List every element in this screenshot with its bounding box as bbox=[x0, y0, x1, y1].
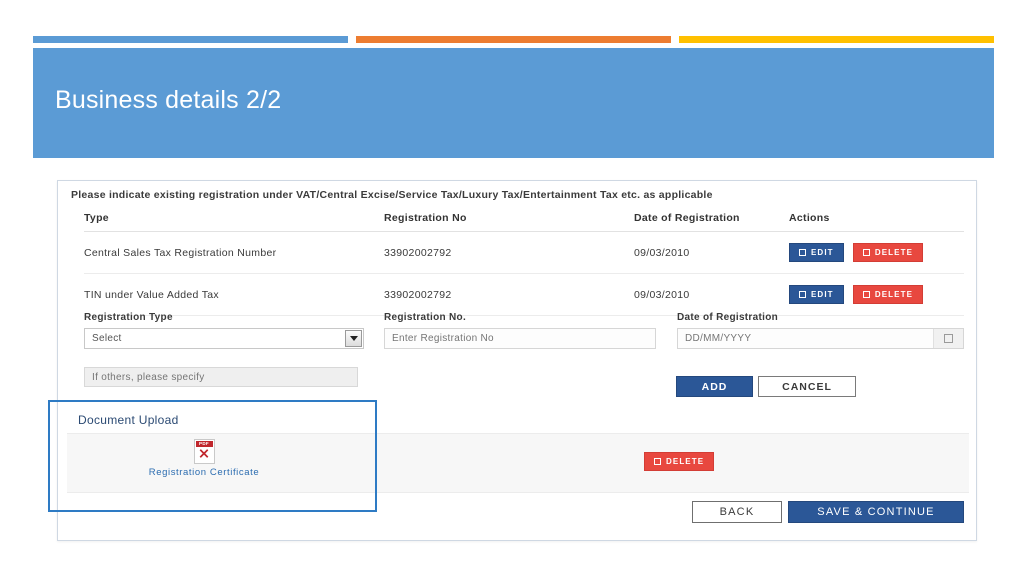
table-row: Central Sales Tax Registration Number 33… bbox=[84, 231, 964, 274]
registration-type-field: Registration Type Select bbox=[84, 312, 364, 349]
page-title: Business details 2/2 bbox=[55, 86, 282, 114]
document-file-name[interactable]: Registration Certificate bbox=[129, 467, 279, 478]
registration-type-select[interactable]: Select bbox=[84, 328, 364, 349]
document-delete-button[interactable]: DELETE bbox=[644, 452, 715, 471]
registration-no-input[interactable] bbox=[384, 328, 656, 349]
registration-type-label: Registration Type bbox=[84, 312, 173, 323]
date-of-registration-label: Date of Registration bbox=[677, 312, 779, 323]
pdf-file-icon: PDF ⨯ bbox=[193, 439, 215, 464]
cell-actions: EDIT DELETE bbox=[789, 231, 964, 274]
cell-registration-no: 33902002792 bbox=[384, 273, 634, 316]
cell-type: Central Sales Tax Registration Number bbox=[84, 231, 384, 274]
uploaded-document[interactable]: PDF ⨯ Registration Certificate bbox=[129, 439, 279, 478]
registration-type-value: Select bbox=[92, 333, 122, 344]
registrations-table: Type Registration No Date of Registratio… bbox=[84, 205, 964, 316]
registration-no-label: Registration No. bbox=[384, 312, 467, 323]
document-upload-panel: PDF ⨯ Registration Certificate DELETE bbox=[67, 433, 969, 493]
pencil-icon bbox=[799, 249, 806, 256]
date-of-registration-input[interactable] bbox=[677, 328, 964, 349]
header-banner: Business details 2/2 bbox=[33, 48, 994, 158]
cell-actions: EDIT DELETE bbox=[789, 273, 964, 316]
column-header-actions: Actions bbox=[789, 205, 964, 232]
add-button[interactable]: ADD bbox=[676, 376, 753, 397]
date-input-wrap bbox=[677, 328, 964, 349]
cancel-button[interactable]: CANCEL bbox=[758, 376, 856, 397]
pdf-glyph-icon: ⨯ bbox=[198, 447, 210, 462]
edit-button-label: EDIT bbox=[811, 290, 834, 299]
registration-form-row: Registration Type Select Registration No… bbox=[84, 312, 964, 358]
accent-bar-yellow bbox=[679, 36, 994, 43]
edit-button[interactable]: EDIT bbox=[789, 243, 844, 262]
instruction-text: Please indicate existing registration un… bbox=[71, 189, 713, 201]
cell-date: 09/03/2010 bbox=[634, 273, 789, 316]
delete-button-label: DELETE bbox=[874, 248, 914, 257]
calendar-icon[interactable] bbox=[933, 329, 963, 348]
column-header-registration-no: Registration No bbox=[384, 205, 634, 232]
table-row: TIN under Value Added Tax 33902002792 09… bbox=[84, 273, 964, 316]
edit-button[interactable]: EDIT bbox=[789, 285, 844, 304]
document-upload-title: Document Upload bbox=[78, 413, 179, 427]
chevron-down-icon[interactable] bbox=[345, 330, 362, 347]
if-others-input[interactable] bbox=[84, 367, 358, 387]
cell-registration-no: 33902002792 bbox=[384, 231, 634, 274]
delete-button[interactable]: DELETE bbox=[852, 243, 924, 262]
calendar-glyph bbox=[944, 334, 953, 343]
back-button[interactable]: BACK bbox=[692, 501, 782, 523]
document-delete-label: DELETE bbox=[666, 457, 705, 466]
pencil-icon bbox=[799, 291, 806, 298]
accent-bar-orange bbox=[356, 36, 671, 43]
column-header-date: Date of Registration bbox=[634, 205, 789, 232]
delete-button-label: DELETE bbox=[874, 290, 914, 299]
edit-button-label: EDIT bbox=[811, 248, 834, 257]
table-header-row: Type Registration No Date of Registratio… bbox=[84, 205, 964, 232]
cell-date: 09/03/2010 bbox=[634, 231, 789, 274]
trash-icon bbox=[862, 249, 870, 256]
column-header-type: Type bbox=[84, 205, 384, 232]
trash-icon bbox=[654, 458, 661, 465]
delete-button[interactable]: DELETE bbox=[852, 285, 924, 304]
cell-type: TIN under Value Added Tax bbox=[84, 273, 384, 316]
registration-no-field: Registration No. bbox=[384, 312, 656, 349]
date-of-registration-field: Date of Registration bbox=[677, 312, 964, 349]
save-and-continue-button[interactable]: SAVE & CONTINUE bbox=[788, 501, 964, 523]
accent-bar-blue bbox=[33, 36, 348, 43]
business-details-card: Please indicate existing registration un… bbox=[57, 180, 977, 541]
trash-icon bbox=[862, 291, 870, 298]
